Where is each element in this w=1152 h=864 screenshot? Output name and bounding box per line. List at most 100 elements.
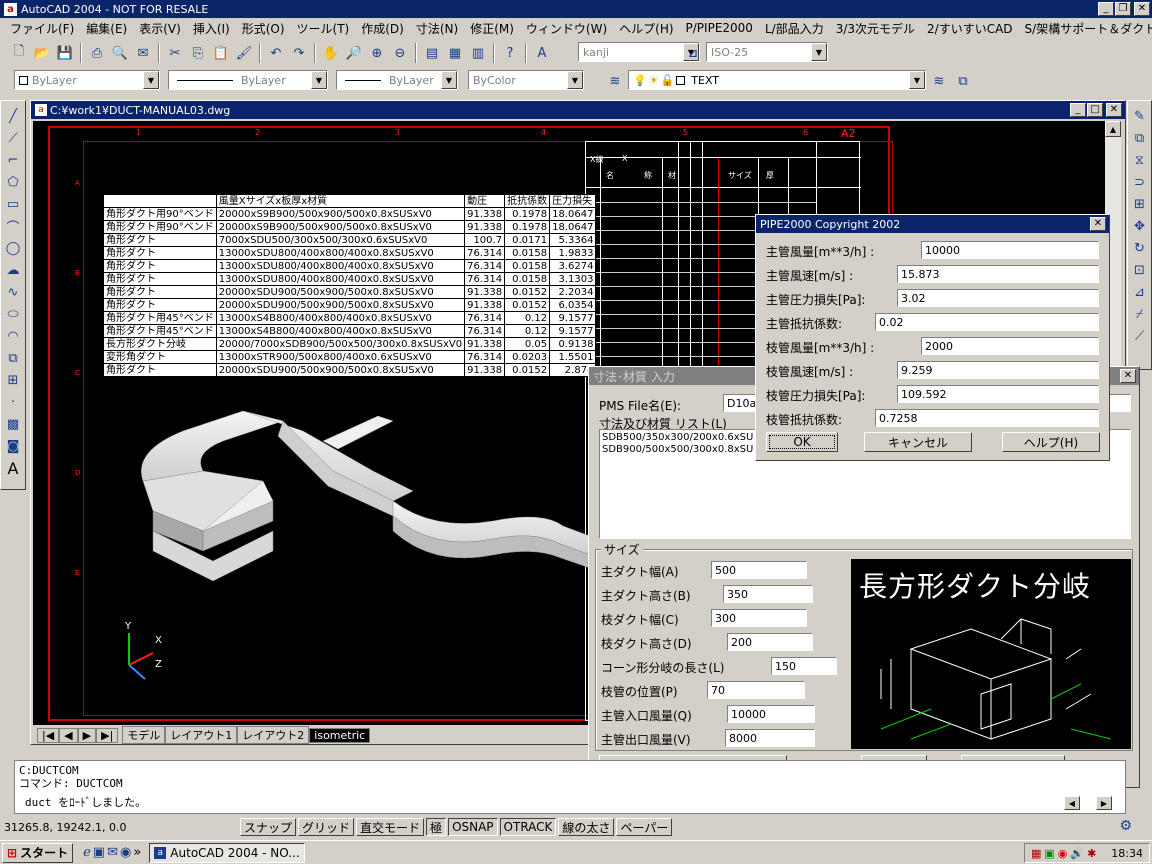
desktop-quicklaunch-icon[interactable]: ▣ xyxy=(93,845,105,860)
stretch-icon[interactable]: ⊿ xyxy=(1129,281,1151,303)
menu-frame-support[interactable]: S/架構サポート＆ダクト設計 xyxy=(1019,20,1152,37)
drawing-close-button[interactable]: ✕ xyxy=(1106,103,1122,117)
tray-settings-icon[interactable]: ⚙ xyxy=(1119,818,1132,834)
help-icon[interactable]: ? xyxy=(499,42,521,64)
command-scroll-right[interactable]: ▶ xyxy=(1096,796,1112,810)
properties-icon[interactable]: ▤ xyxy=(421,42,443,64)
circle-icon[interactable]: ◯ xyxy=(2,237,24,259)
menu-draw[interactable]: 作成(D) xyxy=(355,20,410,37)
media-quicklaunch-icon[interactable]: ◉ xyxy=(120,845,131,860)
tab-model[interactable]: モデル xyxy=(122,726,166,744)
new-file-icon[interactable]: 🗋 xyxy=(8,42,30,64)
layer-previous-icon[interactable]: ⧉ xyxy=(952,70,974,92)
make-block-icon[interactable]: ⊞ xyxy=(2,369,24,391)
mirror-icon[interactable]: ⧖ xyxy=(1129,149,1151,171)
zoom-window-icon[interactable]: ⊕ xyxy=(366,42,388,64)
paper-toggle[interactable]: ペーパー xyxy=(616,818,673,836)
zoom-previous-icon[interactable]: ⊖ xyxy=(389,42,411,64)
paste-icon[interactable]: 📋 xyxy=(210,42,232,64)
grid-toggle[interactable]: グリッド xyxy=(298,818,355,836)
erase-icon[interactable]: ✎ xyxy=(1129,105,1151,127)
main-velocity-field[interactable]: 15.873 xyxy=(897,265,1099,283)
main-duct-width-field[interactable]: 500 xyxy=(711,561,807,579)
command-scroll-left[interactable]: ◀ xyxy=(1064,796,1080,810)
outlet-flow-field[interactable]: 8000 xyxy=(725,729,815,747)
tray-network-icon[interactable]: ▦ xyxy=(1031,847,1041,860)
plotstyle-combo[interactable]: ByColor ▼ xyxy=(468,70,584,90)
cut-icon[interactable]: ✂ xyxy=(164,42,186,64)
match-properties-icon[interactable]: 🖌 xyxy=(233,42,255,64)
menu-insert[interactable]: 挿入(I) xyxy=(187,20,236,37)
polyline-icon[interactable]: ⌐ xyxy=(2,149,24,171)
copy-icon[interactable]: ⎘ xyxy=(187,42,209,64)
tray-ime-icon[interactable]: ✱ xyxy=(1087,847,1096,860)
cone-length-field[interactable]: 150 xyxy=(771,657,837,675)
otrack-toggle[interactable]: OTRACK xyxy=(499,818,557,836)
rotate-icon[interactable]: ↻ xyxy=(1129,237,1151,259)
hatch-icon[interactable]: ▩ xyxy=(2,413,24,435)
offset-icon[interactable]: ⊃ xyxy=(1129,171,1151,193)
main-resistance-field[interactable]: 0.02 xyxy=(875,313,1099,331)
menu-suisui-cad[interactable]: 2/すいすいCAD xyxy=(921,20,1019,37)
lineweight-toggle[interactable]: 線の太さ xyxy=(558,818,615,836)
scroll-up-button[interactable]: ▲ xyxy=(1105,121,1121,137)
branch-position-field[interactable]: 70 xyxy=(707,681,805,699)
tab-isometric[interactable]: isometric xyxy=(309,727,371,743)
trim-icon[interactable]: ⌿ xyxy=(1129,303,1151,325)
scale-icon[interactable]: ⊡ xyxy=(1129,259,1151,281)
tray-antivirus-icon[interactable]: ◉ xyxy=(1058,847,1068,860)
point-icon[interactable]: · xyxy=(2,391,24,413)
print-icon[interactable]: ⎙ xyxy=(86,42,108,64)
open-file-icon[interactable]: 📂 xyxy=(31,42,53,64)
branch-pressure-loss-field[interactable]: 109.592 xyxy=(897,385,1099,403)
move-icon[interactable]: ✥ xyxy=(1129,215,1151,237)
restore-button[interactable]: ❐ xyxy=(1115,2,1131,16)
minimize-button[interactable]: _ xyxy=(1098,2,1114,16)
tray-app-icon[interactable]: ▣ xyxy=(1044,847,1054,860)
main-pressure-loss-field[interactable]: 3.02 xyxy=(897,289,1099,307)
dims-dialog-close-button[interactable]: ✕ xyxy=(1120,369,1136,383)
save-icon[interactable]: 💾 xyxy=(54,42,76,64)
menu-file[interactable]: ファイル(F) xyxy=(4,20,80,37)
layer-manager-icon[interactable]: ≋ xyxy=(604,70,626,92)
pipe-cancel-button[interactable]: キャンセル xyxy=(864,432,972,452)
snap-toggle[interactable]: スナップ xyxy=(240,818,297,836)
start-button[interactable]: ⊞ スタート xyxy=(2,842,74,863)
branch-velocity-field[interactable]: 9.259 xyxy=(897,361,1099,379)
plot-preview-icon[interactable]: 🔍 xyxy=(109,42,131,64)
undo-icon[interactable]: ↶ xyxy=(265,42,287,64)
ortho-toggle[interactable]: 直交モード xyxy=(356,818,425,836)
menu-view[interactable]: 表示(V) xyxy=(133,20,187,37)
design-center-icon[interactable]: ▦ xyxy=(444,42,466,64)
dim-style-combo[interactable]: ISO-25 ▼ xyxy=(706,42,828,62)
menu-3d-model[interactable]: 3/3次元モデル xyxy=(830,20,921,37)
quicklaunch-more-icon[interactable]: » xyxy=(133,845,141,860)
make-layer-current-icon[interactable]: ≋ xyxy=(928,70,950,92)
branch-duct-height-field[interactable]: 200 xyxy=(727,633,813,651)
tool-palettes-icon[interactable]: ▥ xyxy=(467,42,489,64)
line-icon[interactable]: ╱ xyxy=(2,105,24,127)
polar-toggle[interactable]: 極 xyxy=(426,818,447,836)
tray-volume-icon[interactable]: 🔊 xyxy=(1070,847,1084,860)
revision-cloud-icon[interactable]: ☁ xyxy=(2,259,24,281)
menu-parts-input[interactable]: L/部品入力 xyxy=(759,20,830,37)
construction-line-icon[interactable]: ⟋ xyxy=(2,127,24,149)
pipe-dialog-close-button[interactable]: ✕ xyxy=(1090,217,1106,231)
menu-modify[interactable]: 修正(M) xyxy=(464,20,520,37)
redo-icon[interactable]: ↷ xyxy=(288,42,310,64)
extend-icon[interactable]: ⟋ xyxy=(1129,325,1151,347)
menu-tools[interactable]: ツール(T) xyxy=(291,20,356,37)
tab-next-button[interactable]: ▶ xyxy=(77,727,97,743)
menu-dimension[interactable]: 寸法(N) xyxy=(410,20,464,37)
tab-prev-button[interactable]: ◀ xyxy=(59,727,78,743)
ellipse-icon[interactable]: ⬭ xyxy=(2,303,24,325)
linetype-combo[interactable]: ByLayer ▼ xyxy=(168,70,328,90)
branch-resistance-field[interactable]: 0.7258 xyxy=(875,409,1099,427)
lineweight-combo[interactable]: ByLayer ▼ xyxy=(336,70,458,90)
ellipse-arc-icon[interactable]: ◠ xyxy=(2,325,24,347)
color-combo[interactable]: ByLayer ▼ xyxy=(14,70,160,90)
spline-icon[interactable]: ∿ xyxy=(2,281,24,303)
array-icon[interactable]: ⊞ xyxy=(1129,193,1151,215)
osnap-toggle[interactable]: OSNAP xyxy=(448,818,498,836)
menu-window[interactable]: ウィンドウ(W) xyxy=(520,20,613,37)
